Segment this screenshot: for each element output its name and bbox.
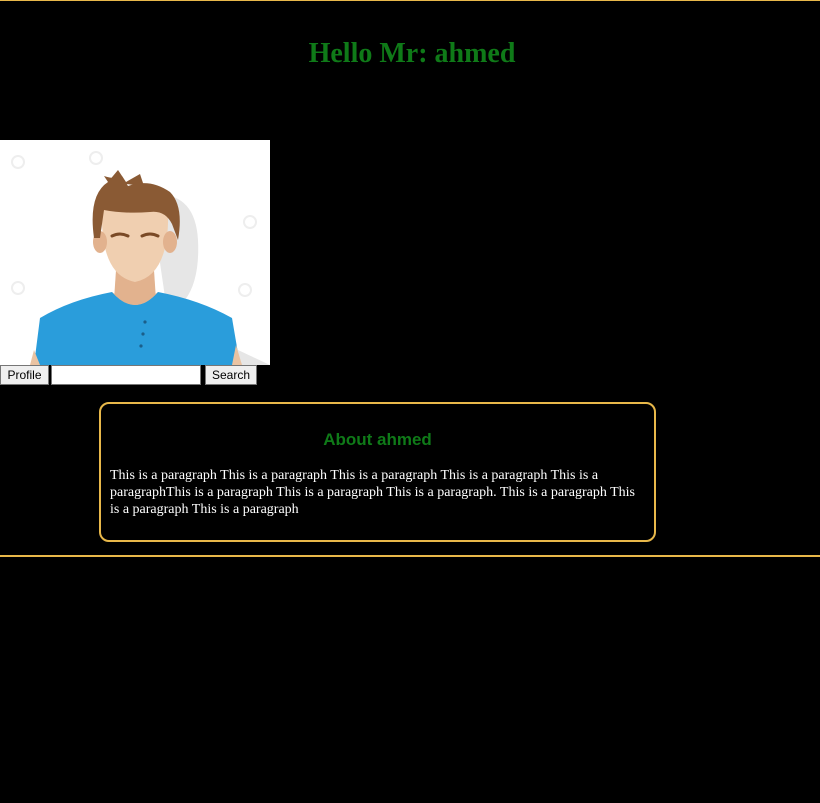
search-button[interactable]: Search bbox=[205, 365, 257, 385]
user-avatar-icon bbox=[0, 140, 270, 365]
profile-button[interactable]: Profile bbox=[0, 365, 49, 385]
about-title: About ahmed bbox=[323, 430, 432, 449]
about-panel: About ahmed This is a paragraph This is … bbox=[99, 402, 656, 542]
page-title: Hello Mr: ahmed bbox=[308, 38, 516, 69]
search-input[interactable] bbox=[51, 365, 201, 385]
about-text: This is a paragraph This is a paragraph … bbox=[110, 468, 635, 517]
